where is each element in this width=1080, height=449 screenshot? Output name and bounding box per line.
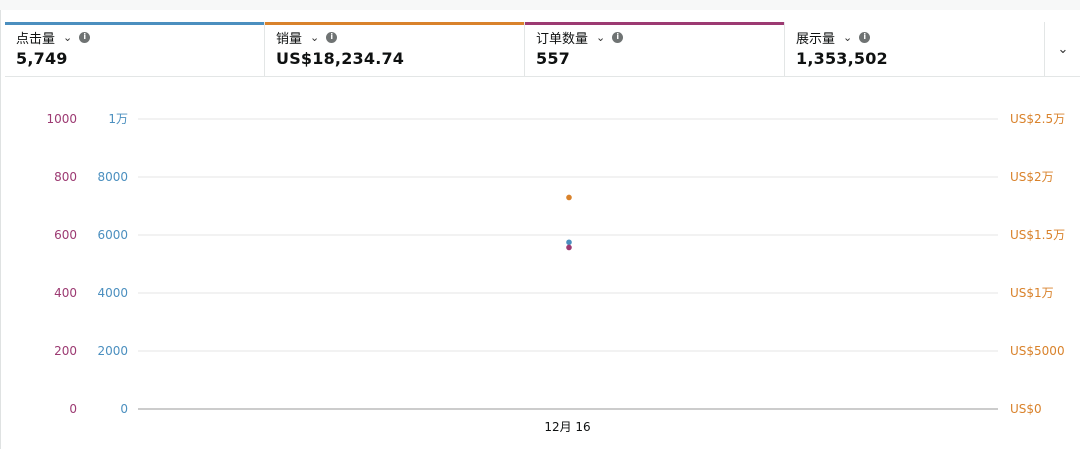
y-tick-left-outer: 1000 [46,112,77,126]
y-tick-left-inner: 6000 [97,228,128,242]
y-tick-left-inner: 2000 [97,344,128,358]
y-tick-left-outer: 800 [54,170,77,184]
y-tick-left-outer: 600 [54,228,77,242]
data-point [566,239,572,246]
y-tick-right: US$2.5万 [1010,112,1065,126]
y-tick-left-inner: 8000 [97,170,128,184]
y-tick-right: US$2万 [1010,170,1054,184]
y-tick-right: US$0 [1010,402,1042,416]
data-point [566,194,572,201]
metrics-chart: 0 200 400 600 800 1000 0 2000 4000 6000 8000 1万 US… [46,112,1065,434]
y-tick-left-outer: 200 [54,344,77,358]
y-tick-left-outer: 0 [69,402,77,416]
y-tick-right: US$5000 [1010,344,1065,358]
y-tick-left-inner: 1万 [108,112,128,126]
y-tick-left-inner: 4000 [97,286,128,300]
data-point [566,244,572,251]
y-tick-left-inner: 0 [120,402,128,416]
x-tick-label: 12月 16 [544,420,590,434]
y-tick-right: US$1万 [1010,286,1054,300]
y-tick-right: US$1.5万 [1010,228,1065,242]
y-tick-left-outer: 400 [54,286,77,300]
